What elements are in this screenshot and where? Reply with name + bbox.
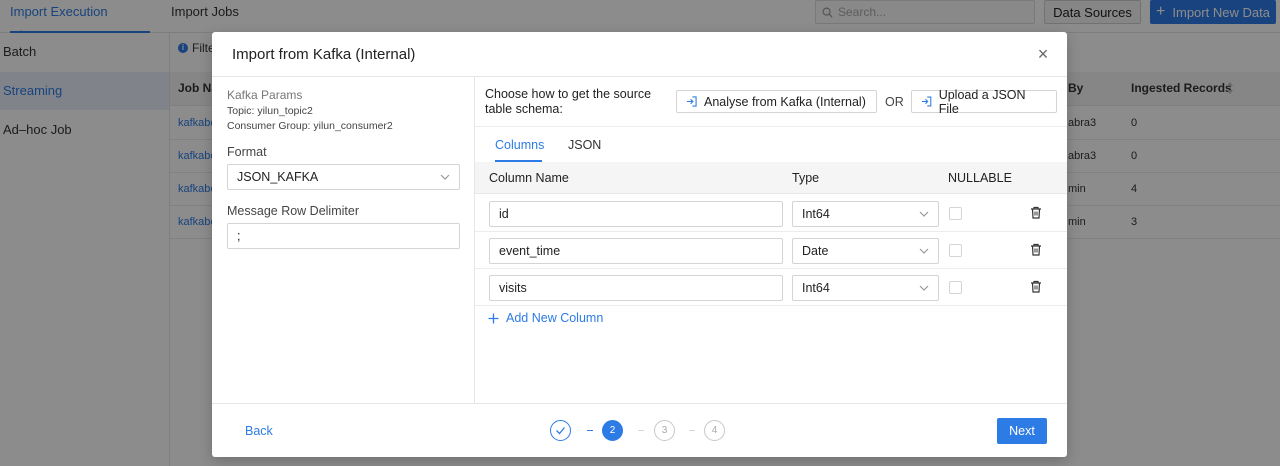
chevron-down-icon	[440, 174, 450, 180]
kafka-params-pane: Kafka Params Topic: yilun_topic2 Consume…	[212, 77, 475, 404]
add-new-column-label: Add New Column	[506, 311, 604, 325]
column-name-value: id	[499, 207, 509, 221]
step-4: 4	[704, 420, 725, 441]
chevron-down-icon	[919, 285, 929, 291]
analyse-label: Analyse from Kafka (Internal)	[704, 94, 866, 109]
header-column-name: Column Name	[489, 171, 569, 185]
delimiter-input[interactable]: ;	[227, 223, 460, 249]
check-icon	[556, 427, 565, 435]
kafka-consumer-group: Consumer Group: yilun_consumer2	[227, 120, 393, 132]
columns-table-header: Column Name Type NULLABLE	[475, 162, 1067, 194]
plus-icon	[488, 313, 499, 323]
format-select[interactable]: JSON_KAFKA	[227, 164, 460, 190]
column-row: visits Int64	[475, 269, 1067, 306]
modal-title: Import from Kafka (Internal)	[232, 46, 416, 63]
next-button[interactable]: Next	[997, 418, 1047, 444]
header-type: Type	[792, 171, 820, 185]
step-1-completed	[550, 420, 571, 441]
format-label: Format	[227, 145, 267, 159]
column-type-select[interactable]: Date	[792, 238, 939, 264]
add-new-column-button[interactable]: Add New Column	[488, 311, 603, 325]
column-name-value: visits	[499, 281, 527, 295]
trash-icon[interactable]	[1030, 243, 1042, 256]
step-3: 3	[654, 420, 675, 441]
step-connector	[689, 430, 695, 431]
nullable-checkbox[interactable]	[949, 281, 962, 294]
schema-pane: Choose how to get the source table schem…	[475, 77, 1067, 404]
format-value: JSON_KAFKA	[237, 170, 319, 184]
column-type-value: Date	[802, 244, 829, 258]
import-kafka-modal: Import from Kafka (Internal) × Kafka Par…	[212, 32, 1067, 457]
upload-label: Upload a JSON File	[938, 87, 1026, 116]
delimiter-label: Message Row Delimiter	[227, 204, 359, 218]
analyse-from-kafka-button[interactable]: Analyse from Kafka (Internal)	[676, 90, 877, 113]
delimiter-value: ;	[237, 229, 241, 243]
column-type-value: Int64	[802, 281, 830, 295]
step-connector	[587, 430, 593, 431]
kafka-params-title: Kafka Params	[227, 88, 303, 102]
choose-schema-text: Choose how to get the source table schem…	[485, 87, 652, 116]
import-icon	[921, 96, 932, 107]
column-name-input[interactable]: visits	[489, 275, 783, 301]
column-type-value: Int64	[802, 207, 830, 221]
nullable-checkbox[interactable]	[949, 207, 962, 220]
back-button[interactable]: Back	[245, 424, 273, 438]
column-name-input[interactable]: event_time	[489, 238, 783, 264]
column-type-select[interactable]: Int64	[792, 201, 939, 227]
chevron-down-icon	[919, 248, 929, 254]
tab-columns[interactable]: Columns	[495, 138, 544, 152]
tab-json[interactable]: JSON	[568, 138, 601, 152]
upload-json-button[interactable]: Upload a JSON File	[911, 87, 1057, 116]
column-name-input[interactable]: id	[489, 201, 783, 227]
chevron-down-icon	[919, 211, 929, 217]
divider	[212, 403, 1067, 404]
divider	[475, 126, 1067, 127]
trash-icon[interactable]	[1030, 206, 1042, 219]
or-label: OR	[885, 95, 904, 109]
column-row: event_time Date	[475, 232, 1067, 269]
step-2-current: 2	[602, 420, 623, 441]
header-nullable: NULLABLE	[948, 171, 1012, 185]
trash-icon[interactable]	[1030, 280, 1042, 293]
step-connector	[638, 430, 644, 431]
close-icon[interactable]: ×	[1035, 45, 1051, 63]
column-name-value: event_time	[499, 244, 561, 258]
kafka-topic: Topic: yilun_topic2	[227, 105, 313, 117]
column-type-select[interactable]: Int64	[792, 275, 939, 301]
column-row: id Int64	[475, 195, 1067, 232]
nullable-checkbox[interactable]	[949, 244, 962, 257]
import-icon	[686, 96, 697, 107]
